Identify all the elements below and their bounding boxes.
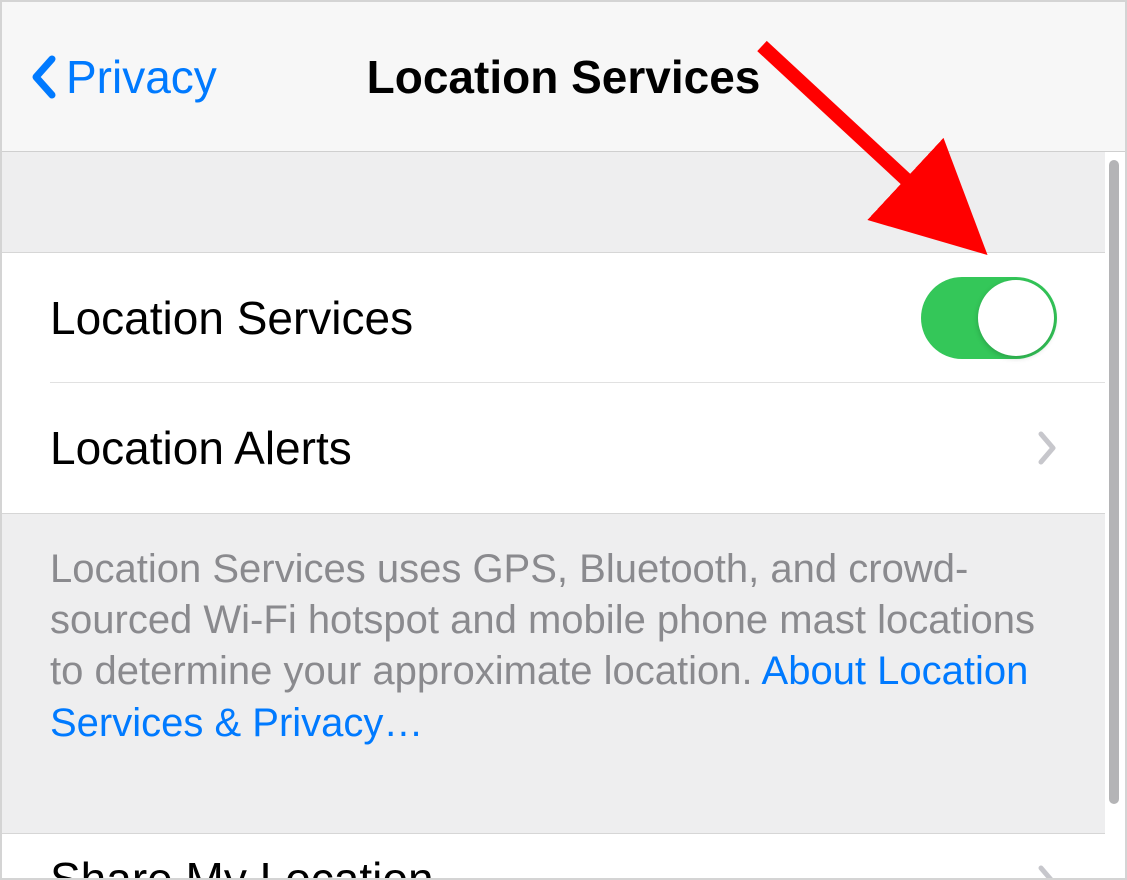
- back-label: Privacy: [66, 50, 217, 104]
- content[interactable]: Location Services Location Alerts Locati…: [2, 152, 1105, 878]
- section-spacer: [2, 152, 1105, 252]
- chevron-right-icon: [1037, 864, 1057, 878]
- row-label: Location Alerts: [50, 421, 1037, 475]
- nav-header: Privacy Location Services: [2, 2, 1125, 152]
- back-button[interactable]: Privacy: [30, 50, 217, 104]
- section-spacer: [2, 779, 1105, 834]
- chevron-left-icon: [30, 55, 56, 99]
- scroll-area: Location Services Location Alerts Locati…: [2, 152, 1125, 878]
- row-label: Share My Location: [50, 852, 434, 878]
- settings-pane: Privacy Location Services Location Servi…: [0, 0, 1127, 880]
- scrollbar[interactable]: [1105, 152, 1125, 878]
- chevron-right-icon: [1037, 430, 1057, 466]
- toggle-knob: [978, 280, 1054, 356]
- settings-section: Location Services Location Alerts: [2, 252, 1105, 514]
- row-label: Location Services: [50, 291, 921, 345]
- section-footer: Location Services uses GPS, Bluetooth, a…: [2, 514, 1105, 779]
- location-alerts-row[interactable]: Location Alerts: [2, 383, 1105, 513]
- share-my-location-row[interactable]: Share My Location: [2, 834, 1105, 878]
- location-services-row: Location Services: [2, 253, 1105, 383]
- scrollbar-thumb[interactable]: [1109, 160, 1119, 804]
- location-services-toggle[interactable]: [921, 277, 1057, 359]
